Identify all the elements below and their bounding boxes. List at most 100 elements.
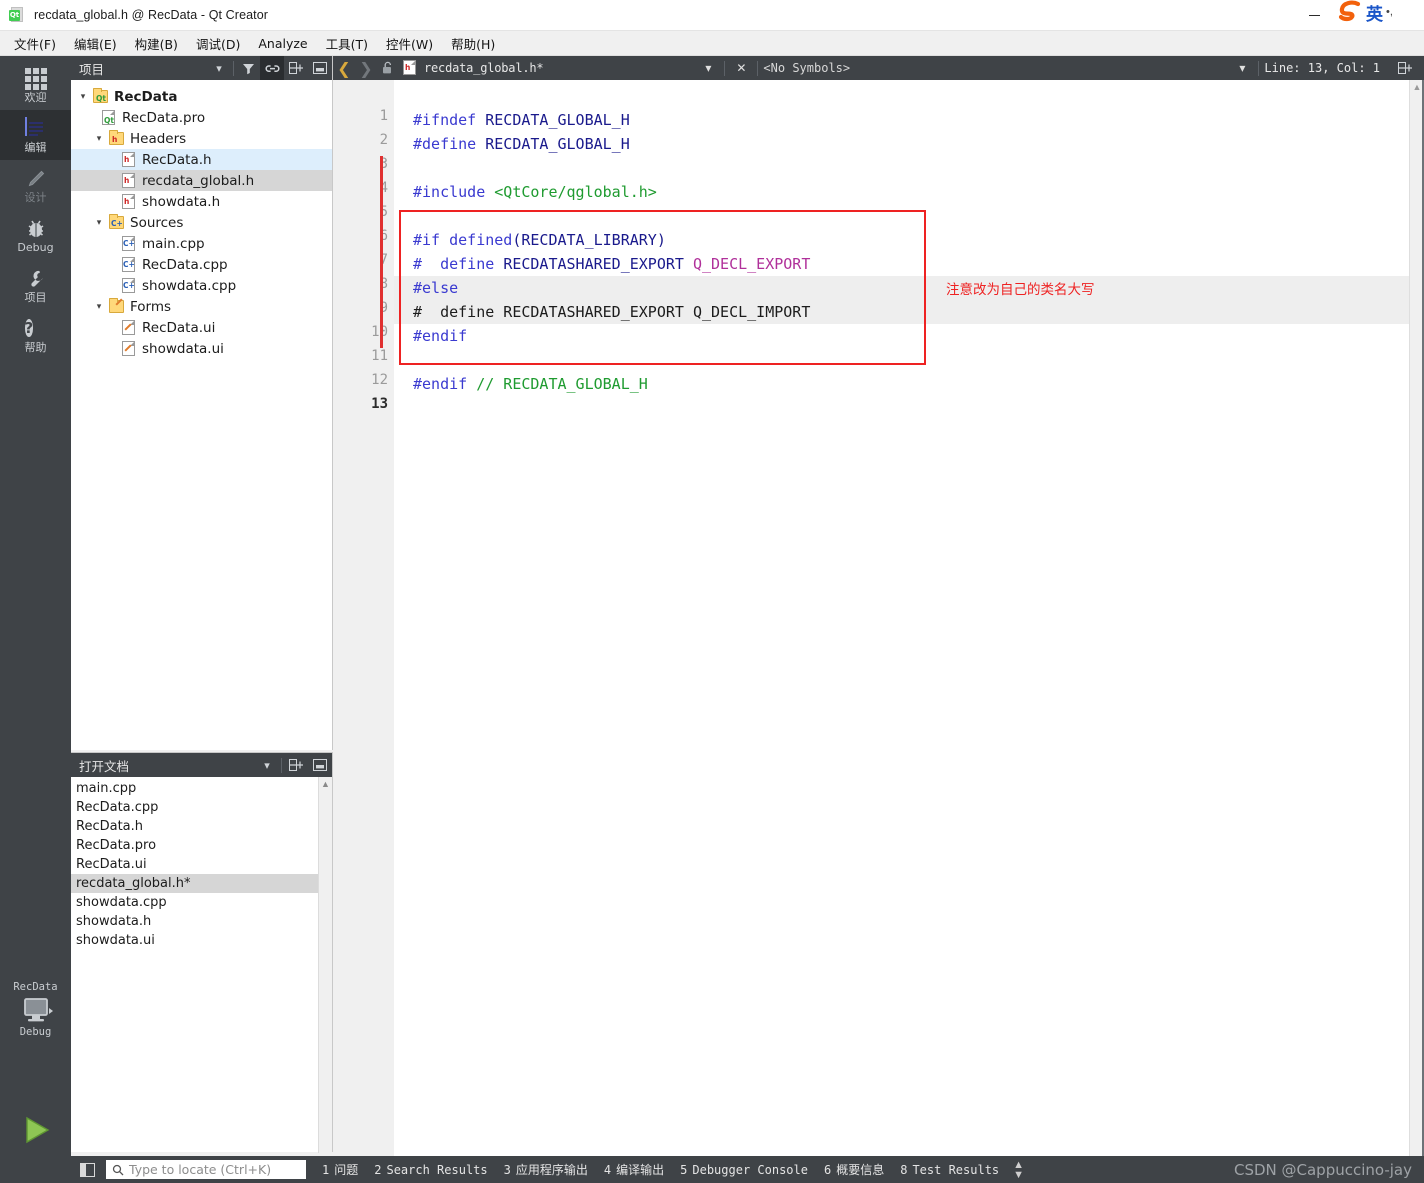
forward-chevron-icon[interactable]: ❯ [355,56,377,80]
watermark: CSDN @Cappuccino-jay [1233,1161,1412,1179]
chevron-down-icon[interactable]: ▾ [91,134,107,144]
unlock-icon[interactable] [377,56,399,80]
output-tab-debugger-console[interactable]: 5 Debugger Console [680,1163,808,1177]
list-item[interactable]: main.cpp [71,779,332,798]
annotation-text: 注意改为自己的类名大写 [946,282,1095,298]
output-tab-compile-output[interactable]: 4 编译输出 [604,1161,664,1178]
edit-icon [24,116,47,140]
tree-item-recdata-pro[interactable]: Qt RecData.pro [71,107,332,128]
list-item[interactable]: RecData.cpp [71,798,332,817]
status-bar: Type to locate (Ctrl+K) 1 问题 2 Search Re… [0,1156,1424,1183]
tree-item-showdata-cpp[interactable]: C+ showdata.cpp [71,275,332,296]
code-lines: #ifndef RECDATA_GLOBAL_H #define RECDATA… [394,80,1424,1156]
tab-label: Test Results [912,1162,1000,1177]
kit-build-config: Debug [19,1026,52,1038]
tree-label: showdata.ui [142,340,224,357]
tree-label: main.cpp [142,235,205,252]
code-area[interactable]: 1 2 3 4 5 6 7 8 9 10 11 12 13 #ifndef RE… [333,80,1424,1156]
menu-help[interactable]: 帮助(H) [442,32,504,55]
code-line: # define RECDATASHARED_EXPORT Q_DECL_EXP… [413,255,811,273]
link-icon[interactable] [260,56,284,80]
output-tab-general-messages[interactable]: 6 概要信息 [824,1161,884,1178]
chevron-down-icon[interactable]: ▾ [697,56,719,80]
mode-item-welcome[interactable]: 欢迎 [0,60,71,110]
sidebar-toggle-icon[interactable] [74,1160,100,1180]
tree-item-recdata-h[interactable]: h RecData.h [71,149,332,170]
sogou-ime-indicator[interactable]: 英 •, [1338,0,1424,27]
mode-label-edit: 编辑 [24,140,47,154]
close-icon[interactable]: ✕ [730,56,752,80]
chevron-down-icon[interactable]: ▾ [91,302,107,312]
window-title: recdata_global.h @ RecData - Qt Creator [34,8,269,22]
locator-search-box[interactable]: Type to locate (Ctrl+K) [106,1160,306,1179]
tree-item-sources[interactable]: ▾ C+ Sources [71,212,332,233]
chevron-down-icon[interactable]: ▾ [255,753,279,777]
symbol-selector[interactable]: <No Symbols> [763,61,850,75]
tree-item-headers[interactable]: ▾ h Headers [71,128,332,149]
open-documents-scrollbar[interactable]: ▲ [318,777,332,1153]
pencil-icon [25,168,47,190]
tree-label: Headers [130,130,187,147]
list-item[interactable]: showdata.h [71,912,332,931]
chevron-down-icon[interactable]: ▾ [91,218,107,228]
tree-item-recdata-global-h[interactable]: h recdata_global.h [71,170,332,191]
list-item[interactable]: RecData.ui [71,855,332,874]
tab-number: 4 [603,1162,612,1177]
up-down-arrows-icon[interactable]: ▲ ▼ [1013,1159,1024,1180]
mode-item-design[interactable]: 设计 [0,160,71,210]
menu-build[interactable]: 构建(B) [126,32,187,55]
filter-icon[interactable] [236,56,260,80]
list-item[interactable]: showdata.cpp [71,893,332,912]
menu-tools[interactable]: 工具(T) [317,32,377,55]
chevron-down-icon[interactable]: ▾ [75,92,91,102]
menu-file[interactable]: 文件(F) [5,32,65,55]
split-icon[interactable] [284,753,308,777]
minimize-button[interactable] [1292,0,1336,31]
kit-selector[interactable]: RecData Debug [0,981,71,1038]
mode-item-edit[interactable]: 编辑 [0,110,71,160]
output-tab-test-results[interactable]: 8 Test Results [900,1163,999,1177]
tree-label: RecData.h [142,151,212,168]
tree-item-showdata-h[interactable]: h showdata.h [71,191,332,212]
output-tab-application-output[interactable]: 3 应用程序输出 [504,1161,588,1178]
tree-item-recdata-cpp[interactable]: C+ RecData.cpp [71,254,332,275]
project-panel-header: 项目 ▾ [71,56,332,80]
mode-item-debug[interactable]: Debug [0,210,71,260]
tree-item-recdata-ui[interactable]: RecData.ui [71,317,332,338]
minimize-icon[interactable] [308,753,332,777]
list-item[interactable]: showdata.ui [71,931,332,950]
mode-item-help[interactable]: ? 帮助 [0,310,71,360]
run-button[interactable] [0,1111,71,1153]
list-item-selected[interactable]: recdata_global.h* [71,874,332,893]
minimize-icon[interactable] [308,56,332,80]
menu-analyze[interactable]: Analyze [249,34,316,53]
list-item[interactable]: RecData.pro [71,836,332,855]
tree-item-forms[interactable]: ▾ Forms [71,296,332,317]
split-icon[interactable] [1394,56,1416,80]
mode-selector-bar: 欢迎 编辑 设计 Debug 项目 ? 帮助 RecData Debug [0,56,71,1183]
mode-item-projects[interactable]: 项目 [0,260,71,310]
split-icon[interactable] [284,56,308,80]
chevron-down-icon[interactable]: ▾ [1231,56,1253,80]
tree-label: showdata.h [142,193,221,210]
tree-item-main-cpp[interactable]: C+ main.cpp [71,233,332,254]
chevron-down-icon[interactable]: ▾ [207,56,231,80]
scroll-up-icon[interactable]: ▲ [319,777,332,791]
bug-icon [25,218,47,240]
project-tree-panel: 项目 ▾ ▾ Qt RecData Qt RecData.pro ▾ h Hea… [71,56,333,750]
change-indicator-bar [380,156,383,348]
list-item[interactable]: RecData.h [71,817,332,836]
tree-item-showdata-ui[interactable]: showdata.ui [71,338,332,359]
output-tab-search-results[interactable]: 2 Search Results [374,1163,487,1177]
menu-edit[interactable]: 编辑(E) [65,32,126,55]
folder-sources-icon: C+ [107,213,125,231]
tree-item-recdata[interactable]: ▾ Qt RecData [71,86,332,107]
output-tab-issues[interactable]: 1 问题 [322,1161,358,1178]
qt-creator-icon: Qt [9,6,26,24]
menu-debug[interactable]: 调试(D) [187,32,249,55]
back-chevron-icon[interactable]: ❮ [333,56,355,80]
search-input[interactable]: Type to locate (Ctrl+K) [129,1162,271,1177]
cpp-file-icon: C+ [119,277,137,294]
menu-window[interactable]: 控件(W) [377,32,442,55]
